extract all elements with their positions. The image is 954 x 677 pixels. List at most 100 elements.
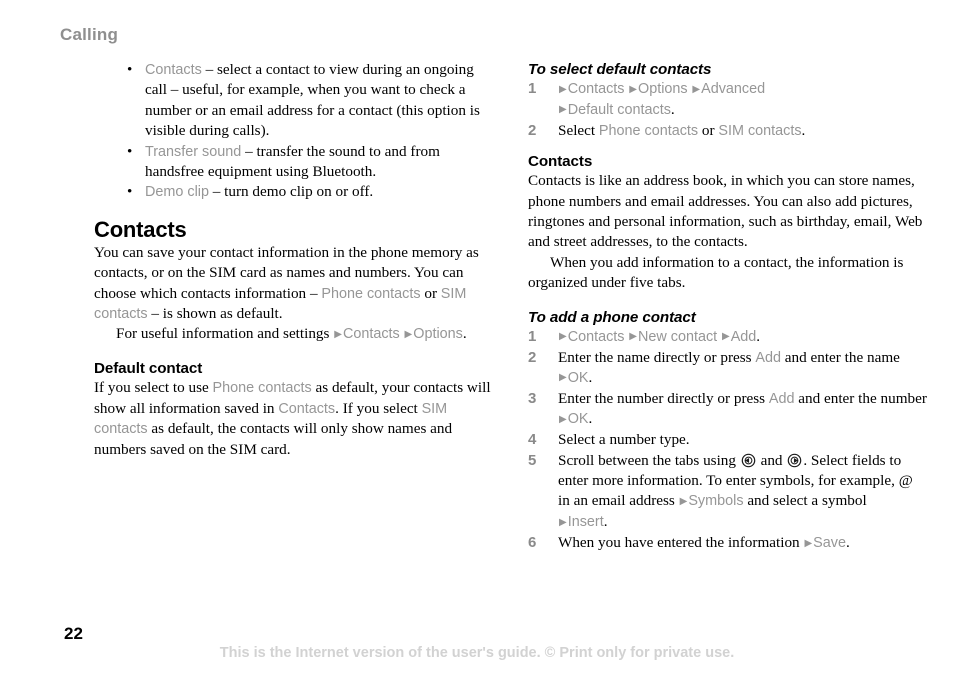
nav-arrow-icon: ▶: [721, 331, 730, 343]
procedure-step: 6 When you have entered the information ▶…: [528, 533, 928, 554]
ui-term-phone-contacts: Phone contacts: [212, 380, 312, 397]
nav-arrow-icon: ▶: [334, 328, 342, 340]
ui-term-contacts: Contacts: [567, 81, 625, 97]
ui-term-advanced: Advanced: [701, 81, 766, 97]
contacts-intro-paragraph: You can save your contact information in…: [94, 243, 494, 325]
step-number: 5: [528, 451, 537, 469]
ui-term-options: Options: [413, 326, 463, 343]
contacts-settings-paragraph: For useful information and settings ▶Con…: [94, 324, 494, 345]
step-text: .: [801, 121, 806, 139]
at-symbol: @: [898, 472, 913, 489]
ui-term-add: Add: [755, 349, 781, 366]
nav-arrow-icon: ▶: [559, 413, 567, 425]
ui-term-phone-contacts: Phone contacts: [598, 122, 699, 139]
paragraph-text: .: [462, 325, 467, 343]
step-number: 4: [528, 431, 537, 449]
step-text: and enter the number: [794, 389, 927, 407]
nav-arrow-icon: ▶: [559, 104, 567, 116]
section-heading-default-contact: Default contact: [94, 360, 203, 378]
nav-arrow-icon: ▶: [559, 372, 567, 384]
nav-arrow-icon: ▶: [559, 516, 567, 528]
contacts-description-paragraph: Contacts is like an address book, in whi…: [528, 172, 923, 251]
ui-term-phone-contacts: Phone contacts: [321, 285, 421, 302]
ui-term-contacts: Contacts: [567, 328, 625, 345]
ui-term-insert: Insert: [567, 514, 604, 531]
nav-arrow-icon: ▶: [404, 328, 413, 340]
paragraph-text: For useful information and settings: [116, 325, 334, 343]
ui-term-demo-clip: Demo clip: [145, 184, 209, 201]
paragraph-text: If you select to use: [94, 379, 213, 397]
nav-arrow-icon: ▶: [679, 495, 688, 507]
procedure-heading-add-phone-contact: To add a phone contact: [528, 308, 696, 326]
ui-term-save: Save: [813, 535, 846, 552]
step-text: When you have entered the information: [558, 534, 804, 552]
step-text: Scroll between the tabs using: [558, 451, 740, 469]
nav-key-left-icon: [741, 453, 756, 468]
procedure-steps-select-default-contacts: 1 ▶Contacts ▶Options ▶Advanced ▶Default co…: [528, 79, 928, 141]
nav-arrow-icon: ▶: [804, 537, 813, 549]
default-contact-paragraph: If you select to use Phone contacts as d…: [94, 378, 494, 460]
ui-term-new-contact: New contact: [638, 328, 718, 345]
running-head: Calling: [60, 25, 119, 44]
step-text: .: [603, 513, 608, 531]
ui-term-ok: OK: [567, 369, 589, 386]
ui-term-contacts: Contacts: [278, 400, 336, 417]
page-title-contacts: Contacts: [94, 216, 187, 242]
section-heading-contacts: Contacts: [528, 153, 593, 171]
nav-arrow-icon: ▶: [692, 83, 701, 95]
step-text: or: [698, 121, 719, 139]
procedure-step: 5 Scroll between the tabs using and . Sel…: [528, 451, 928, 534]
step-text: .: [845, 534, 850, 552]
ui-term-ok: OK: [567, 411, 589, 428]
nav-key-right-icon: [787, 453, 802, 468]
step-number: 3: [528, 389, 537, 407]
nav-arrow-icon: ▶: [559, 83, 567, 95]
nav-arrow-icon: ▶: [629, 83, 637, 95]
ui-term-symbols: Symbols: [688, 493, 744, 510]
page-number: 22: [64, 624, 83, 643]
procedure-step: 1 ▶Contacts ▶New contact ▶Add.: [528, 327, 928, 348]
paragraph-text: – is shown as default.: [147, 305, 283, 323]
step-text: Select a number type.: [558, 431, 690, 449]
step-text: .: [756, 327, 761, 345]
ui-term-contacts: Contacts: [145, 62, 202, 78]
step-text: in an email address: [558, 492, 679, 510]
bullet-icon: •: [127, 142, 133, 160]
step-number: 2: [528, 348, 537, 366]
list-item: • Demo clip – turn demo clip on or off.: [94, 182, 494, 202]
step-text: and enter the name: [780, 348, 900, 366]
ui-term-contacts: Contacts: [342, 326, 400, 343]
bullet-icon: •: [127, 183, 133, 201]
nav-arrow-icon: ▶: [559, 331, 567, 343]
ui-term-options: Options: [638, 81, 688, 97]
procedure-steps-add-phone-contact: 1 ▶Contacts ▶New contact ▶Add. 2 Enter the…: [528, 327, 928, 554]
step-number: 6: [528, 534, 537, 552]
step-text: Enter the number directly or press: [558, 389, 769, 407]
ui-term-transfer-sound: Transfer sound: [145, 143, 242, 160]
manual-page: Calling • Contacts – select a contact to …: [0, 0, 954, 677]
step-text: and select a symbol: [743, 492, 867, 510]
ui-term-sim-contacts: SIM contacts: [718, 122, 802, 139]
ui-term-add: Add: [768, 390, 795, 407]
procedure-step: 3 Enter the number directly or press Add …: [528, 389, 928, 430]
step-text: Enter the name directly or press: [558, 348, 756, 366]
paragraph-text: or: [420, 284, 441, 302]
procedure-heading-select-default-contacts: To select default contacts: [528, 61, 712, 78]
list-item: • Contacts – select a contact to view dur…: [94, 60, 494, 142]
options-bullet-list: • Contacts – select a contact to view dur…: [94, 60, 494, 203]
right-column: To select default contacts 1 ▶Contacts ▶O…: [528, 60, 928, 554]
bullet-icon: •: [127, 61, 133, 78]
step-text: and: [756, 451, 787, 469]
nav-arrow-icon: ▶: [629, 331, 637, 343]
ui-term-default-contacts: Default contacts: [567, 101, 671, 118]
procedure-step: 1 ▶Contacts ▶Options ▶Advanced ▶Default co…: [528, 79, 928, 121]
footer-note: This is the Internet version of the user…: [219, 645, 735, 661]
ui-term-add: Add: [730, 328, 757, 345]
step-text: Select: [558, 121, 599, 139]
procedure-step: 4 Select a number type.: [528, 430, 928, 450]
procedure-step: 2 Enter the name directly or press Add an…: [528, 348, 928, 389]
step-number: 1: [528, 327, 537, 345]
step-text: .: [588, 368, 593, 386]
paragraph-text: as default, the contacts will only show …: [94, 420, 453, 458]
procedure-step: 2 Select Phone contacts or SIM contacts.: [528, 121, 928, 141]
